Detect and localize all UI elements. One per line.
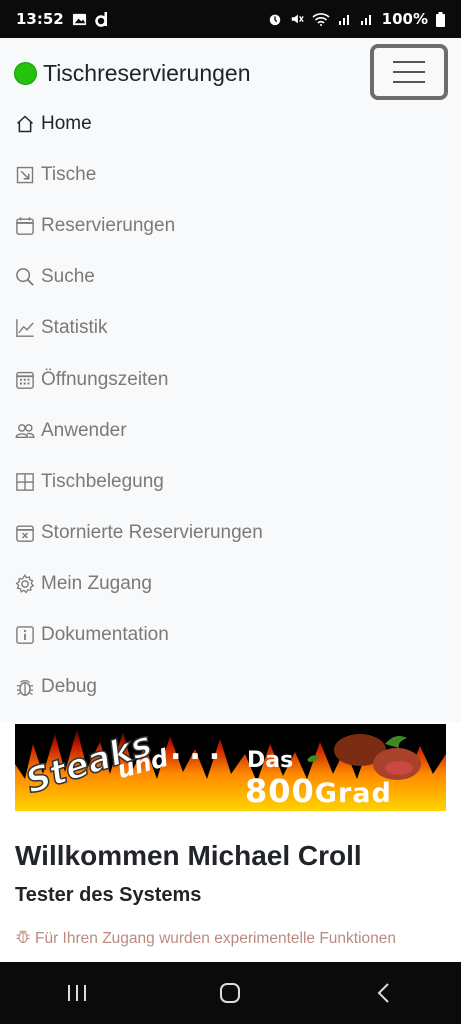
- status-time: 13:52: [16, 10, 64, 28]
- nav-item-label: Statistik: [41, 317, 108, 339]
- banner-text-800-grad: 800Grad: [245, 772, 392, 810]
- nav-item-label: Debug: [41, 675, 97, 697]
- nav-item-mein-zugang[interactable]: Mein Zugang: [0, 559, 461, 610]
- home-button[interactable]: [210, 973, 250, 1013]
- bug-icon: [15, 928, 31, 949]
- house-icon: [14, 113, 36, 135]
- experimental-note: Für Ihren Zugang wurden experimentelle F…: [15, 928, 396, 949]
- graph-up-icon: [14, 317, 36, 339]
- banner-text-grad: Grad: [314, 778, 392, 809]
- nav-item-debug[interactable]: Debug: [0, 661, 461, 712]
- signal-icon-2: [360, 12, 374, 26]
- status-dot: [14, 61, 37, 85]
- grid-icon: [14, 471, 36, 493]
- nav-item-label: Mein Zugang: [41, 573, 152, 595]
- experimental-note-text: Für Ihren Zugang wurden experimentelle F…: [35, 929, 397, 947]
- nav-item-label: Dokumentation: [41, 624, 169, 646]
- brand[interactable]: Tischreservierungen: [14, 58, 251, 88]
- role-text: Tester des Systems: [15, 884, 202, 906]
- d-app-icon: [95, 11, 109, 27]
- recents-button[interactable]: [57, 973, 97, 1013]
- nav-item-label: Tischbelegung: [41, 470, 164, 492]
- battery-text: 100%: [381, 10, 428, 28]
- welcome-heading: Willkommen Michael Croll: [15, 840, 362, 871]
- banner-dots: ...: [170, 732, 229, 767]
- arrow-down-right-square-icon: [14, 164, 36, 186]
- banner-text-800: 800: [245, 772, 315, 810]
- signal-icon: [338, 12, 352, 26]
- calendar-grid-icon: [14, 369, 36, 391]
- mute-icon: [290, 12, 304, 26]
- nav-item-reservierungen[interactable]: Reservierungen: [0, 200, 461, 251]
- nav-item-label: Stornierte Reservierungen: [41, 522, 263, 544]
- nav-item-tischbelegung[interactable]: Tischbelegung: [0, 456, 461, 507]
- nav-item-oeffnungszeiten[interactable]: Öffnungszeiten: [0, 354, 461, 405]
- nav-item-label: Home: [41, 112, 92, 134]
- nav-item-stornierte-reservierungen[interactable]: Stornierte Reservierungen: [0, 508, 461, 559]
- image-icon: [72, 12, 87, 27]
- nav-item-label: Anwender: [41, 419, 127, 441]
- banner-text-das: Das: [247, 748, 294, 773]
- gear-icon: [14, 573, 36, 595]
- nav-item-home[interactable]: Home: [0, 98, 461, 149]
- android-nav-bar: [0, 962, 461, 1024]
- calendar-icon: [14, 215, 36, 237]
- nav-item-label: Öffnungszeiten: [41, 368, 169, 390]
- nav-item-label: Suche: [41, 266, 95, 288]
- calendar-x-icon: [14, 522, 36, 544]
- navbar: Tischreservierungen Home Tische Reservie…: [0, 38, 461, 722]
- nav-item-label: Reservierungen: [41, 214, 176, 236]
- alarm-icon: [268, 12, 282, 26]
- hamburger-line: [393, 61, 425, 63]
- menu-toggle-button[interactable]: [370, 44, 448, 100]
- nav-item-tische[interactable]: Tische: [0, 149, 461, 200]
- battery-icon: [436, 11, 445, 27]
- nav-menu: Home Tische Reservierungen Suche Statist…: [0, 98, 461, 712]
- nav-item-statistik[interactable]: Statistik: [0, 303, 461, 354]
- status-bar: 13:52 100%: [0, 0, 461, 38]
- nav-item-suche[interactable]: Suche: [0, 252, 461, 303]
- people-icon: [14, 420, 36, 442]
- hamburger-line: [393, 81, 425, 83]
- info-square-icon: [14, 624, 36, 646]
- nav-item-dokumentation[interactable]: Dokumentation: [0, 610, 461, 661]
- search-icon: [14, 266, 36, 288]
- hamburger-line: [393, 71, 425, 73]
- banner-image: Steaks und ... Das 800Grad: [15, 724, 446, 811]
- back-button[interactable]: [364, 973, 404, 1013]
- wifi-icon: [312, 12, 330, 26]
- nav-item-anwender[interactable]: Anwender: [0, 405, 461, 456]
- brand-title: Tischreservierungen: [43, 59, 251, 86]
- bug-icon: [14, 676, 36, 698]
- nav-item-label: Tische: [41, 163, 97, 185]
